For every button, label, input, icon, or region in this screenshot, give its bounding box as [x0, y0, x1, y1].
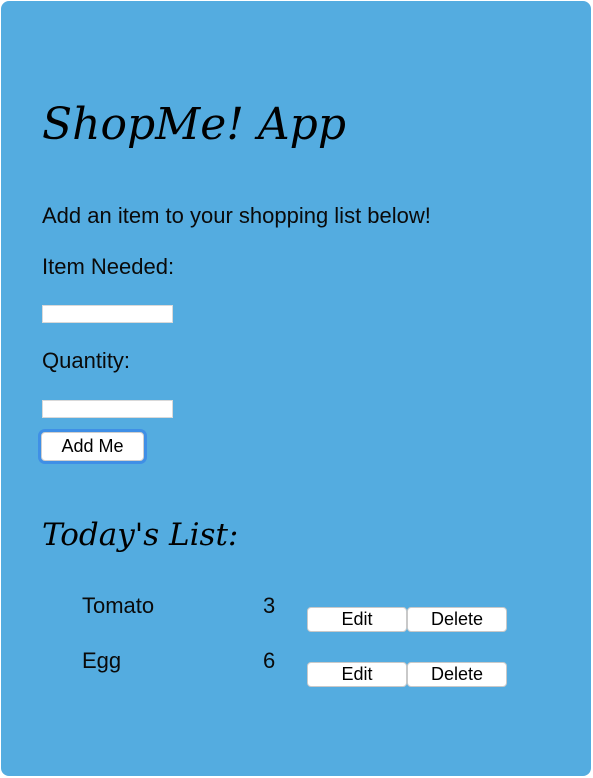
- intro-text: Add an item to your shopping list below!: [42, 203, 431, 228]
- list-title: Today's List:: [42, 517, 239, 553]
- list-item: Egg 6 Edit Delete: [1, 648, 591, 688]
- app-card: ShopMe! App Add an item to your shopping…: [1, 1, 591, 776]
- add-me-button[interactable]: Add Me: [41, 432, 144, 461]
- item-name: Tomato: [82, 593, 155, 618]
- item-needed-label: Item Needed:: [42, 254, 175, 279]
- app-title: ShopMe! App: [42, 99, 347, 150]
- list-item: Tomato 3 Edit Delete: [1, 593, 591, 633]
- item-name: Egg: [82, 648, 122, 673]
- edit-button[interactable]: Edit: [307, 662, 407, 687]
- quantity-label: Quantity:: [42, 348, 131, 373]
- item-needed-input[interactable]: [42, 305, 173, 323]
- delete-button[interactable]: Delete: [407, 607, 507, 632]
- delete-button[interactable]: Delete: [407, 662, 507, 687]
- item-quantity: 6: [263, 648, 276, 673]
- quantity-input[interactable]: [42, 400, 173, 418]
- item-quantity: 3: [263, 593, 276, 618]
- edit-button[interactable]: Edit: [307, 607, 407, 632]
